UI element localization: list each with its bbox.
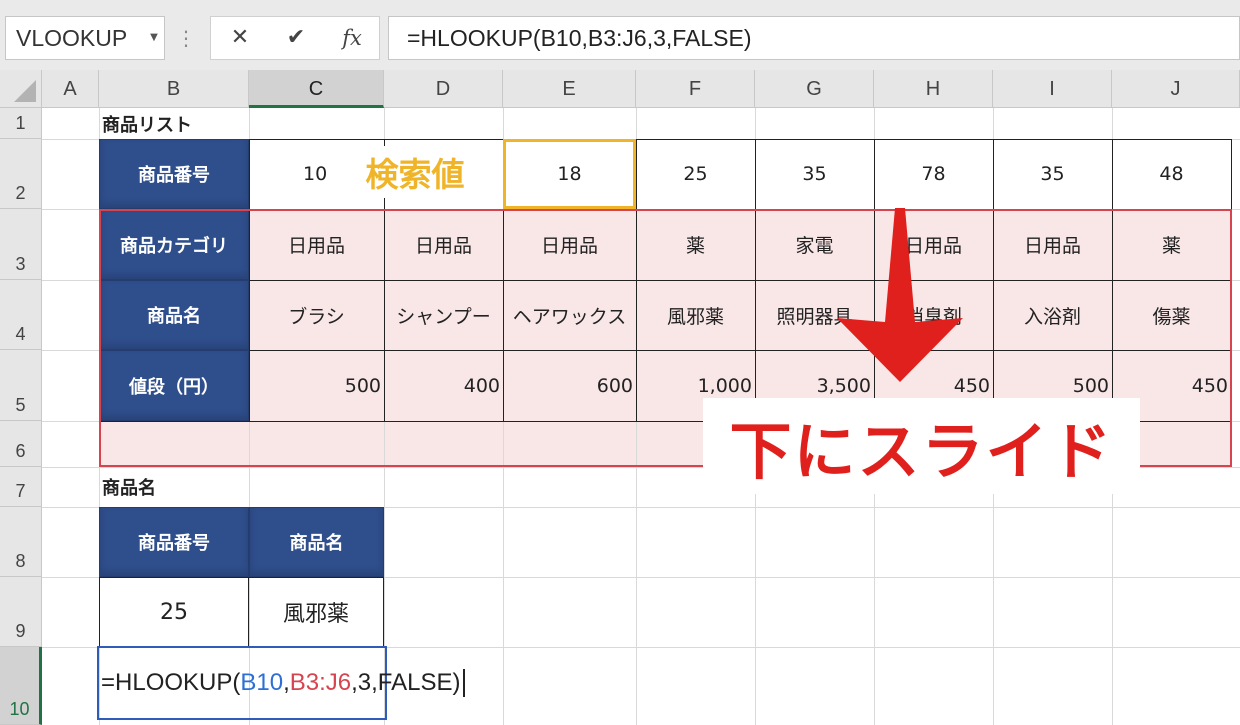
column-header-h[interactable]: H — [874, 70, 993, 108]
formula-ref-range: B3:J6 — [289, 669, 352, 696]
select-all-triangle-icon — [14, 80, 36, 102]
formula-comma: , — [283, 669, 290, 696]
lookup-value-name[interactable]: 風邪薬 — [248, 577, 384, 647]
row-header-5[interactable]: 5 — [0, 350, 42, 421]
table-title[interactable]: 商品リスト — [99, 108, 249, 139]
cell-f2[interactable]: 25 — [636, 139, 755, 209]
formula-bar-grip-icon[interactable]: ⋮ — [176, 16, 196, 60]
row-header-10[interactable]: 10 — [0, 647, 42, 725]
row-header-1[interactable]: 1 — [0, 108, 42, 139]
cell-j2[interactable]: 48 — [1112, 139, 1231, 209]
row-header-4[interactable]: 4 — [0, 280, 42, 350]
column-header-c[interactable]: C — [249, 70, 384, 108]
name-box-dropdown-icon[interactable]: ▼ — [144, 16, 164, 60]
column-header-b[interactable]: B — [99, 70, 249, 108]
formula-prefix: =HLOOKUP( — [101, 669, 241, 696]
row-header-7[interactable]: 7 — [0, 467, 42, 507]
text-caret — [462, 669, 465, 697]
insert-function-icon[interactable]: fx — [332, 16, 372, 60]
column-header-j[interactable]: J — [1112, 70, 1240, 108]
search-value-label: 検索値 — [345, 146, 485, 198]
cell-h2[interactable]: 78 — [874, 139, 993, 209]
cell-g2[interactable]: 35 — [755, 139, 874, 209]
lookup-header-name[interactable]: 商品名 — [249, 507, 384, 577]
cancel-icon[interactable]: ✕ — [220, 16, 260, 60]
column-header-i[interactable]: I — [993, 70, 1112, 108]
formula-cell-c10[interactable]: =HLOOKUP(B10, B3:J6,3,FALSE) — [101, 650, 481, 716]
name-box[interactable]: VLOOKUP — [5, 16, 165, 60]
lookup-value-number[interactable]: 25 — [99, 577, 249, 647]
enter-check-icon[interactable]: ✔ — [276, 16, 316, 60]
lookup-header-number[interactable]: 商品番号 — [99, 507, 249, 577]
row-header-8[interactable]: 8 — [0, 507, 42, 577]
formula-ref-b10: B10 — [240, 669, 284, 696]
lookup-title[interactable]: 商品名 — [99, 467, 249, 507]
search-value-highlight — [503, 139, 636, 209]
slide-down-label: 下にスライド — [703, 398, 1140, 494]
cell-i2[interactable]: 35 — [993, 139, 1112, 209]
row-header-9[interactable]: 9 — [0, 577, 42, 647]
column-header-a[interactable]: A — [42, 70, 99, 108]
down-arrow-icon — [837, 208, 963, 382]
header-product-number[interactable]: 商品番号 — [99, 139, 249, 209]
formula-suffix: ,3,FALSE) — [351, 669, 461, 696]
column-header-e[interactable]: E — [503, 70, 636, 108]
row-header-2[interactable]: 2 — [0, 139, 42, 209]
row-header-3[interactable]: 3 — [0, 209, 42, 280]
column-header-d[interactable]: D — [384, 70, 503, 108]
column-header-g[interactable]: G — [755, 70, 874, 108]
column-header-f[interactable]: F — [636, 70, 755, 108]
row-header-6[interactable]: 6 — [0, 421, 42, 467]
formula-input[interactable]: =HLOOKUP(B10,B3:J6,3,FALSE) — [388, 16, 1240, 60]
